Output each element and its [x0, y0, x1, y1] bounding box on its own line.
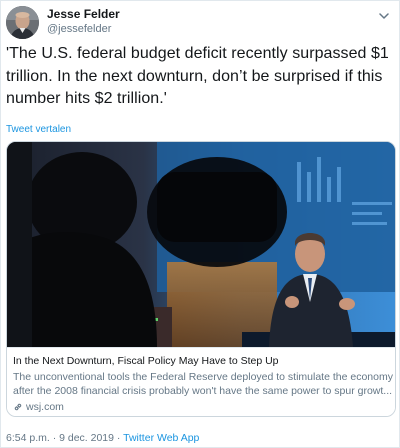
card-body[interactable]: In the Next Downturn, Fiscal Policy May …	[7, 347, 395, 416]
author-name[interactable]: Jesse Felder	[47, 7, 120, 21]
card-image[interactable]	[7, 142, 395, 347]
news-photo-icon	[7, 142, 395, 347]
link-card[interactable]: In the Next Downturn, Fiscal Policy May …	[6, 141, 396, 417]
footer-separator: ·	[113, 432, 124, 444]
author-avatar[interactable]	[6, 6, 39, 39]
card-domain[interactable]: wsj.com	[13, 401, 64, 413]
tweet-footer: 6:54 p.m. · 9 dec. 2019 · Twitter Web Ap…	[6, 432, 199, 444]
card-title[interactable]: In the Next Downturn, Fiscal Policy May …	[13, 355, 391, 367]
chevron-down-icon[interactable]	[377, 9, 391, 23]
card-domain-label: wsj.com	[26, 401, 64, 413]
author-handle[interactable]: @jessefelder	[47, 23, 111, 35]
translate-tweet-link[interactable]: Tweet vertalen	[6, 124, 71, 135]
tweet-text: 'The U.S. federal budget deficit recentl…	[6, 45, 389, 107]
card-description: The unconventional tools the Federal Res…	[13, 371, 393, 397]
link-icon	[13, 402, 23, 412]
tweet-source-link[interactable]: Twitter Web App	[123, 432, 199, 444]
tweet-container: Jesse Felder @jessefelder 'The U.S. fede…	[0, 0, 400, 448]
tweet-timestamp[interactable]: 6:54 p.m. · 9 dec. 2019	[6, 432, 114, 444]
